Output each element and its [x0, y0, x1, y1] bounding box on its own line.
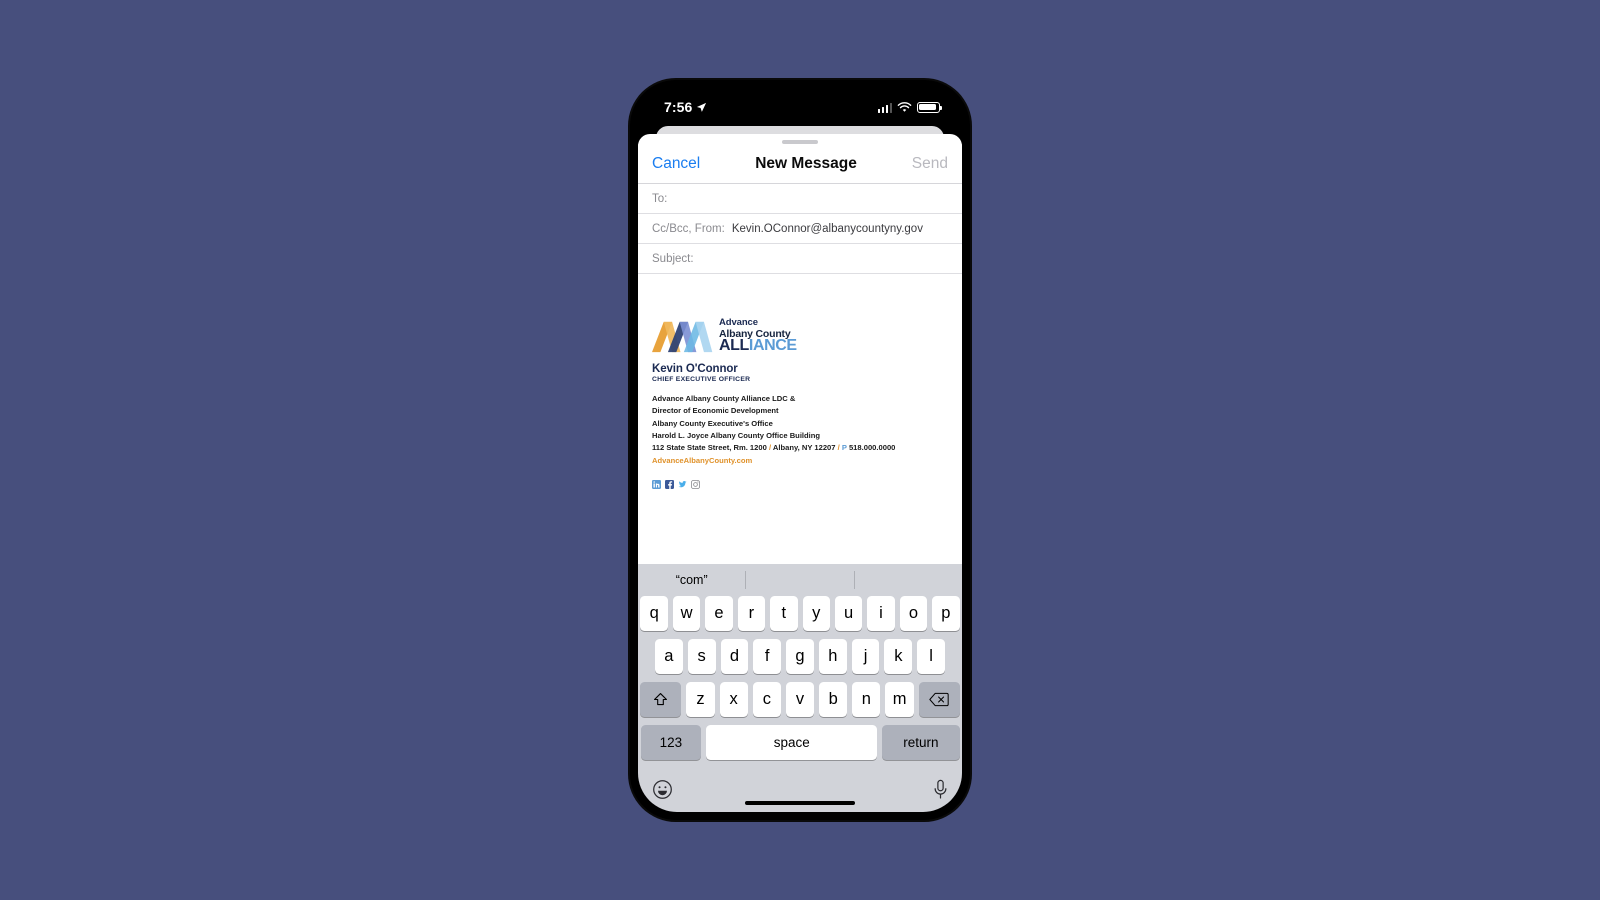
key-i[interactable]: i	[867, 596, 895, 631]
compose-sheet: Cancel New Message Send To: Cc/Bcc, From…	[638, 134, 962, 564]
cellular-signal-icon	[877, 102, 892, 113]
compose-navigation-bar: Cancel New Message Send	[638, 144, 962, 184]
aaa-triple-chevron-logo-icon	[652, 321, 713, 353]
key-c[interactable]: c	[752, 682, 781, 717]
signature-name: Kevin O'Connor	[652, 363, 738, 375]
status-bar-time-group: 7:56	[664, 99, 707, 115]
emoji-smiley-icon[interactable]	[652, 779, 673, 800]
signature-line-3: Albany County Executive's Office	[652, 418, 773, 428]
signature-role: CHIEF EXECUTIVE OFFICER	[652, 376, 751, 383]
key-x[interactable]: x	[719, 682, 748, 717]
signature-social-icons	[652, 476, 962, 489]
ccbcc-from-field-row[interactable]: Cc/Bcc, From: Kevin.OConnor@albanycounty…	[638, 214, 962, 244]
signature-line-1: Advance Albany County Alliance LDC &	[652, 394, 796, 403]
message-body-signature[interactable]: Advance Albany County ALLIANCE Kevin O'C…	[638, 274, 962, 564]
battery-icon	[917, 101, 943, 113]
key-p[interactable]: p	[932, 596, 960, 631]
logo-line-advance: Advance	[719, 317, 758, 328]
keyboard-row-2: a s d f g h j k l	[638, 639, 962, 674]
key-r[interactable]: r	[737, 596, 766, 631]
key-k[interactable]: k	[884, 639, 913, 674]
key-v[interactable]: v	[785, 682, 815, 717]
key-y[interactable]: y	[802, 596, 830, 631]
status-bar-time: 7:56	[664, 99, 693, 115]
cancel-button[interactable]: Cancel	[652, 155, 700, 173]
phone-screen: 7:56 Cancel New Message Send To: Cc/Bcc,…	[638, 88, 962, 812]
location-arrow-icon	[697, 102, 707, 112]
signature-line-4: Harold L. Joyce Albany County Office Bui…	[652, 430, 821, 440]
backspace-delete-icon	[929, 692, 949, 707]
prediction-candidate-1[interactable]: “com”	[638, 573, 745, 587]
signature-contact-line: 112 State State Street, Rm. 1200 / Alban…	[652, 442, 962, 454]
signature-separator-1: /	[768, 443, 772, 453]
key-j[interactable]: j	[851, 639, 880, 674]
key-a[interactable]: a	[654, 639, 683, 674]
home-indicator[interactable]	[745, 801, 855, 805]
signature-address-block: Advance Albany County Alliance LDC & Dir…	[652, 393, 962, 468]
key-b[interactable]: b	[819, 682, 848, 717]
instagram-icon[interactable]	[690, 476, 701, 489]
keyboard-row-3: z x c v b n m	[638, 682, 962, 717]
numbers-key[interactable]: 123	[640, 725, 702, 760]
phone-marker: P	[841, 443, 847, 453]
signature-line-2: Director of Economic Development	[652, 406, 779, 416]
shift-arrow-icon	[654, 692, 668, 706]
signature-street: 112 State State Street, Rm. 1200	[652, 443, 767, 453]
signature-separator-2: /	[837, 443, 840, 453]
to-field-row[interactable]: To:	[638, 184, 962, 214]
software-keyboard: “com” q w e r t y u i o p a s d f g h j …	[638, 564, 962, 812]
predictive-text-bar: “com”	[638, 564, 962, 596]
prediction-divider-2	[853, 571, 855, 589]
key-m[interactable]: m	[885, 682, 914, 717]
subject-field-label: Subject:	[652, 252, 694, 265]
from-address-value: Kevin.OConnor@albanycountyny.gov	[731, 222, 923, 235]
status-bar-indicators	[877, 101, 943, 113]
space-key[interactable]: space	[706, 725, 878, 760]
key-g[interactable]: g	[786, 639, 814, 674]
signature-phone: 518.000.0000	[848, 443, 896, 453]
return-key[interactable]: return	[882, 725, 960, 760]
prediction-divider-1	[745, 571, 747, 589]
key-o[interactable]: o	[899, 596, 928, 631]
status-bar: 7:56	[638, 88, 962, 126]
logo-alliance-part-a: ALL	[719, 337, 749, 354]
key-d[interactable]: d	[720, 639, 749, 674]
signature-city-state-zip: Albany, NY 12207	[772, 443, 836, 453]
key-s[interactable]: s	[687, 639, 716, 674]
key-e[interactable]: e	[705, 596, 733, 631]
page-title: New Message	[755, 154, 857, 172]
twitter-icon[interactable]	[678, 476, 687, 488]
subject-field-row[interactable]: Subject:	[638, 244, 962, 274]
keyboard-row-4: 123 space return	[638, 725, 962, 760]
to-field-label: To:	[652, 192, 668, 205]
keyboard-row-1: q w e r t y u i o p	[638, 596, 962, 631]
microphone-icon[interactable]	[933, 779, 948, 800]
signature-website-link[interactable]: AdvanceAlbanyCounty.com	[652, 455, 962, 467]
linkedin-icon[interactable]	[652, 476, 661, 489]
key-q[interactable]: q	[640, 596, 668, 631]
keyboard-footer-wrap	[638, 766, 962, 812]
iphone-device-frame: 7:56 Cancel New Message Send To: Cc/Bcc,…	[630, 80, 970, 820]
key-n[interactable]: n	[852, 682, 881, 717]
key-u[interactable]: u	[834, 596, 863, 631]
send-button[interactable]: Send	[912, 155, 948, 173]
key-h[interactable]: h	[818, 639, 847, 674]
aaa-logo: Advance Albany County ALLIANCE	[652, 318, 962, 354]
shift-key[interactable]	[640, 682, 682, 717]
delete-key[interactable]	[918, 682, 960, 717]
key-t[interactable]: t	[770, 596, 798, 631]
facebook-icon[interactable]	[665, 476, 674, 489]
key-z[interactable]: z	[686, 682, 715, 717]
logo-alliance-part-b: IANCE	[748, 337, 797, 354]
logo-line-alliance: ALLIANCE	[719, 338, 797, 354]
wifi-icon	[897, 101, 912, 112]
key-f[interactable]: f	[753, 639, 782, 674]
keyboard-footer	[638, 766, 962, 812]
key-w[interactable]: w	[672, 596, 701, 631]
key-l[interactable]: l	[917, 639, 946, 674]
ccbcc-from-label: Cc/Bcc, From:	[652, 222, 725, 235]
logo-wordmark: Advance Albany County ALLIANCE	[719, 318, 797, 354]
